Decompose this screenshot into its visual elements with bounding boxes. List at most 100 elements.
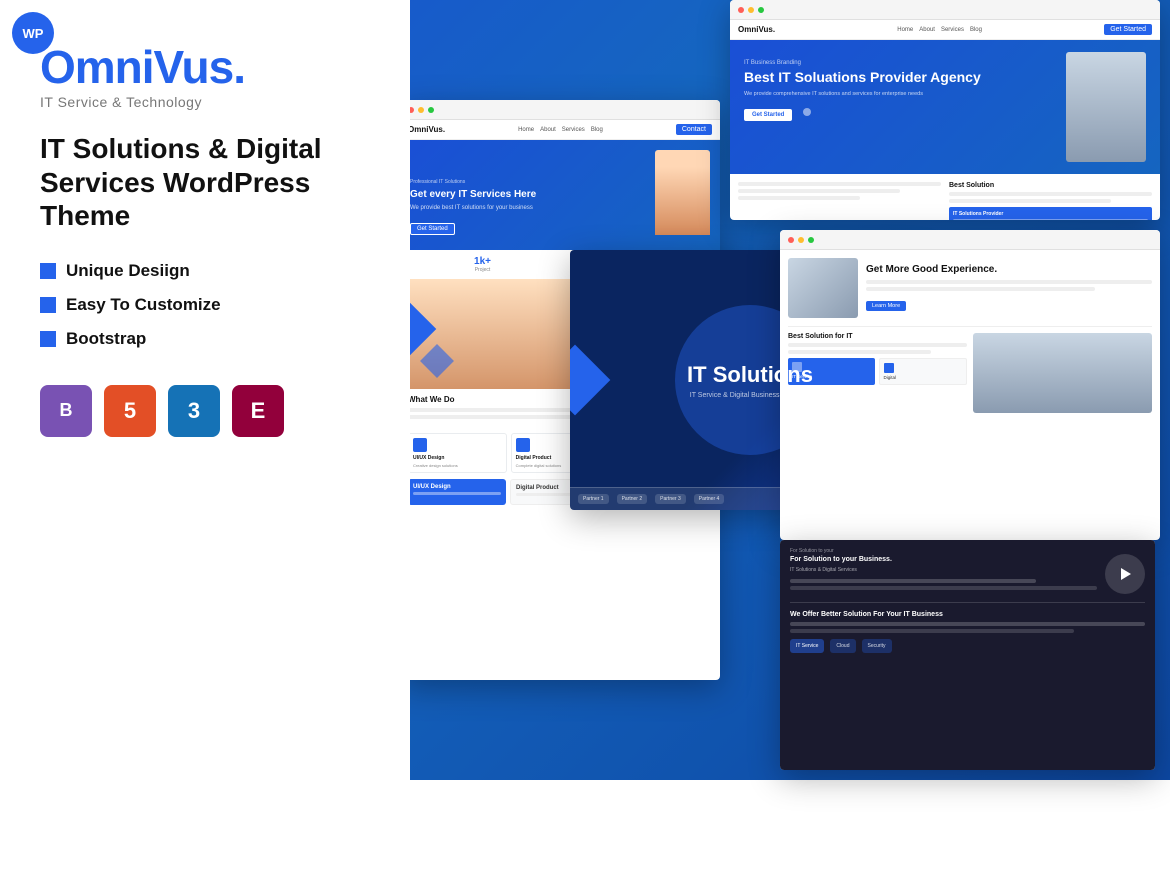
mock5-text-col: For Solution to your For Solution to you… xyxy=(790,548,1097,593)
mock5-title: For Solution to your Business. xyxy=(790,556,1097,563)
feature-label-1: Unique Desiign xyxy=(66,261,190,281)
mock4-line-1 xyxy=(866,280,1152,284)
mock4-exp-img xyxy=(788,258,858,318)
mock2-hero-heading: Best IT Soluations Provider Agency xyxy=(744,69,1056,86)
mock2-col-1 xyxy=(738,182,941,220)
mock2-logo: OmniVus. xyxy=(738,25,775,34)
mock2-blue-card-line xyxy=(953,219,1148,220)
mock2-line-3 xyxy=(738,196,860,200)
mockup-5: For Solution to your For Solution to you… xyxy=(780,540,1155,770)
mock2-hero-img xyxy=(1066,52,1146,162)
brand-2: Partner 2 xyxy=(617,494,648,504)
m2-dot-green xyxy=(758,7,764,13)
service-icon-2 xyxy=(516,438,530,452)
mock5-line-1 xyxy=(790,579,1036,583)
mock4-experience: Get More Good Experience. Learn More xyxy=(788,258,1152,318)
main-heading: IT Solutions & Digital Services WordPres… xyxy=(40,132,370,233)
stat-label-1: Project xyxy=(408,267,557,273)
mock4-small-card-2: Digital xyxy=(879,358,968,385)
hero-person-img xyxy=(655,150,710,235)
m2-nav-services: Services xyxy=(941,27,964,33)
mock2-hero-btn: Get Started xyxy=(744,109,792,121)
card-line-1 xyxy=(413,492,501,495)
m4-dot-green xyxy=(808,237,814,243)
mock5-bottom-section: We Offer Better Solution For Your IT Bus… xyxy=(790,611,1145,653)
nav-services: Services xyxy=(562,127,585,133)
mockup-4-header xyxy=(780,230,1160,250)
mock4-exp-btn: Learn More xyxy=(866,301,906,311)
feature-label-2: Easy To Customize xyxy=(66,295,221,315)
brand-1: Partner 1 xyxy=(578,494,609,504)
mock4-exp-text: Get More Good Experience. Learn More xyxy=(866,264,1152,312)
mock2-col2-line-1 xyxy=(949,192,1152,196)
mock1-nav-btn: Contact xyxy=(676,124,712,135)
mockup-2: OmniVus. Home About Services Blog Get St… xyxy=(730,0,1160,220)
nav-blog: Blog xyxy=(591,127,603,133)
mock4-sol-col2 xyxy=(973,333,1152,413)
mock5-divider xyxy=(790,602,1145,603)
mock5-service-row: IT Service Cloud Security xyxy=(790,639,1145,653)
mock4-img-placeholder xyxy=(973,333,1152,413)
m4-sol-line-1 xyxy=(788,343,967,347)
mock5-service-2: Cloud xyxy=(830,639,855,653)
feature-item-2: Easy To Customize xyxy=(40,295,370,315)
mockup-2-hero: IT Business Branding Best IT Soluations … xyxy=(730,40,1160,174)
service-name-1: UI/UX Design xyxy=(413,455,502,461)
brand-3: Partner 3 xyxy=(655,494,686,504)
m2-nav-blog: Blog xyxy=(970,27,982,33)
mock2-nav-links: Home About Services Blog xyxy=(897,27,982,33)
mockups-container: OmniVus. Home About Services Blog Contac… xyxy=(390,0,1170,780)
mock4-small-cards: IT Service Digital xyxy=(788,358,967,385)
mockup-1-nav: OmniVus. Home About Services Blog Contac… xyxy=(400,120,720,140)
m2-nav-about: About xyxy=(919,27,935,33)
mock4-card-label-2: Digital xyxy=(884,375,963,380)
mock1-stat-1: 1k+ Project xyxy=(408,256,557,273)
mock3-sub: IT Service & Digital Business Solutions xyxy=(690,392,810,399)
tech-icons-row: B 5 3 E xyxy=(40,385,370,437)
mock5-bottom-line-2 xyxy=(790,629,1074,633)
stat-num-1: 1k+ xyxy=(408,256,557,267)
mock1-logo: OmniVus. xyxy=(408,125,445,134)
bottom-card-title-1: UI/UX Design xyxy=(413,484,501,490)
left-panel: OmniVus. IT Service & Technology IT Solu… xyxy=(0,0,410,780)
diamond-small xyxy=(420,344,454,378)
mock4-exp-title: Get More Good Experience. xyxy=(866,264,1152,276)
m4-dot-yellow xyxy=(798,237,804,243)
mock4-line-2 xyxy=(866,287,1095,291)
mock1-hero-btn: Get Started xyxy=(410,223,455,235)
feature-label-3: Bootstrap xyxy=(66,329,146,349)
mockup-4: Get More Good Experience. Learn More Bes… xyxy=(780,230,1160,540)
mock3-title: IT Solutions xyxy=(687,362,813,388)
nav-home: Home xyxy=(518,127,534,133)
logo-text: OmniVus. xyxy=(40,40,370,94)
feature-bullet-icon-3 xyxy=(40,331,56,347)
mock4-solution-row: Best Solution for IT IT Service Digital xyxy=(788,333,1152,413)
mock1-hero-text: Get every IT Services Here xyxy=(410,188,649,201)
nav-about: About xyxy=(540,127,556,133)
mock2-col-2: Best Solution IT Solutions Provider xyxy=(949,182,1152,220)
brand-tagline: IT Service & Technology xyxy=(40,94,370,110)
feature-item-1: Unique Desiign xyxy=(40,261,370,281)
mock5-line-2 xyxy=(790,586,1097,590)
html5-icon: 5 xyxy=(104,385,156,437)
mock3-diamond-left xyxy=(570,345,610,416)
mock4-sol-col1: Best Solution for IT IT Service Digital xyxy=(788,333,967,413)
wp-badge: WP xyxy=(12,12,54,54)
mock2-col2-line-2 xyxy=(949,199,1111,203)
mock2-col2-title: Best Solution xyxy=(949,182,1152,189)
css3-icon: 3 xyxy=(168,385,220,437)
m4-sol-line-2 xyxy=(788,350,931,354)
mock2-content: Best Solution IT Solutions Provider xyxy=(730,174,1160,220)
mock2-hero-sub: We provide comprehensive IT solutions an… xyxy=(744,91,1056,97)
mockup-4-sections: Get More Good Experience. Learn More Bes… xyxy=(780,250,1160,421)
mock2-line-2 xyxy=(738,189,900,193)
brand-logo: OmniVus. IT Service & Technology xyxy=(40,40,370,110)
mock5-bottom-line-1 xyxy=(790,622,1145,626)
mock2-dot-decoration xyxy=(803,108,811,116)
elementor-icon: E xyxy=(232,385,284,437)
mock5-top-row: For Solution to your For Solution to you… xyxy=(790,548,1145,594)
mockup-1-header xyxy=(400,100,720,120)
mock5-service-1: IT Service xyxy=(790,639,824,653)
mockup-2-nav: OmniVus. Home About Services Blog Get St… xyxy=(730,20,1160,40)
m4-dot-red xyxy=(788,237,794,243)
